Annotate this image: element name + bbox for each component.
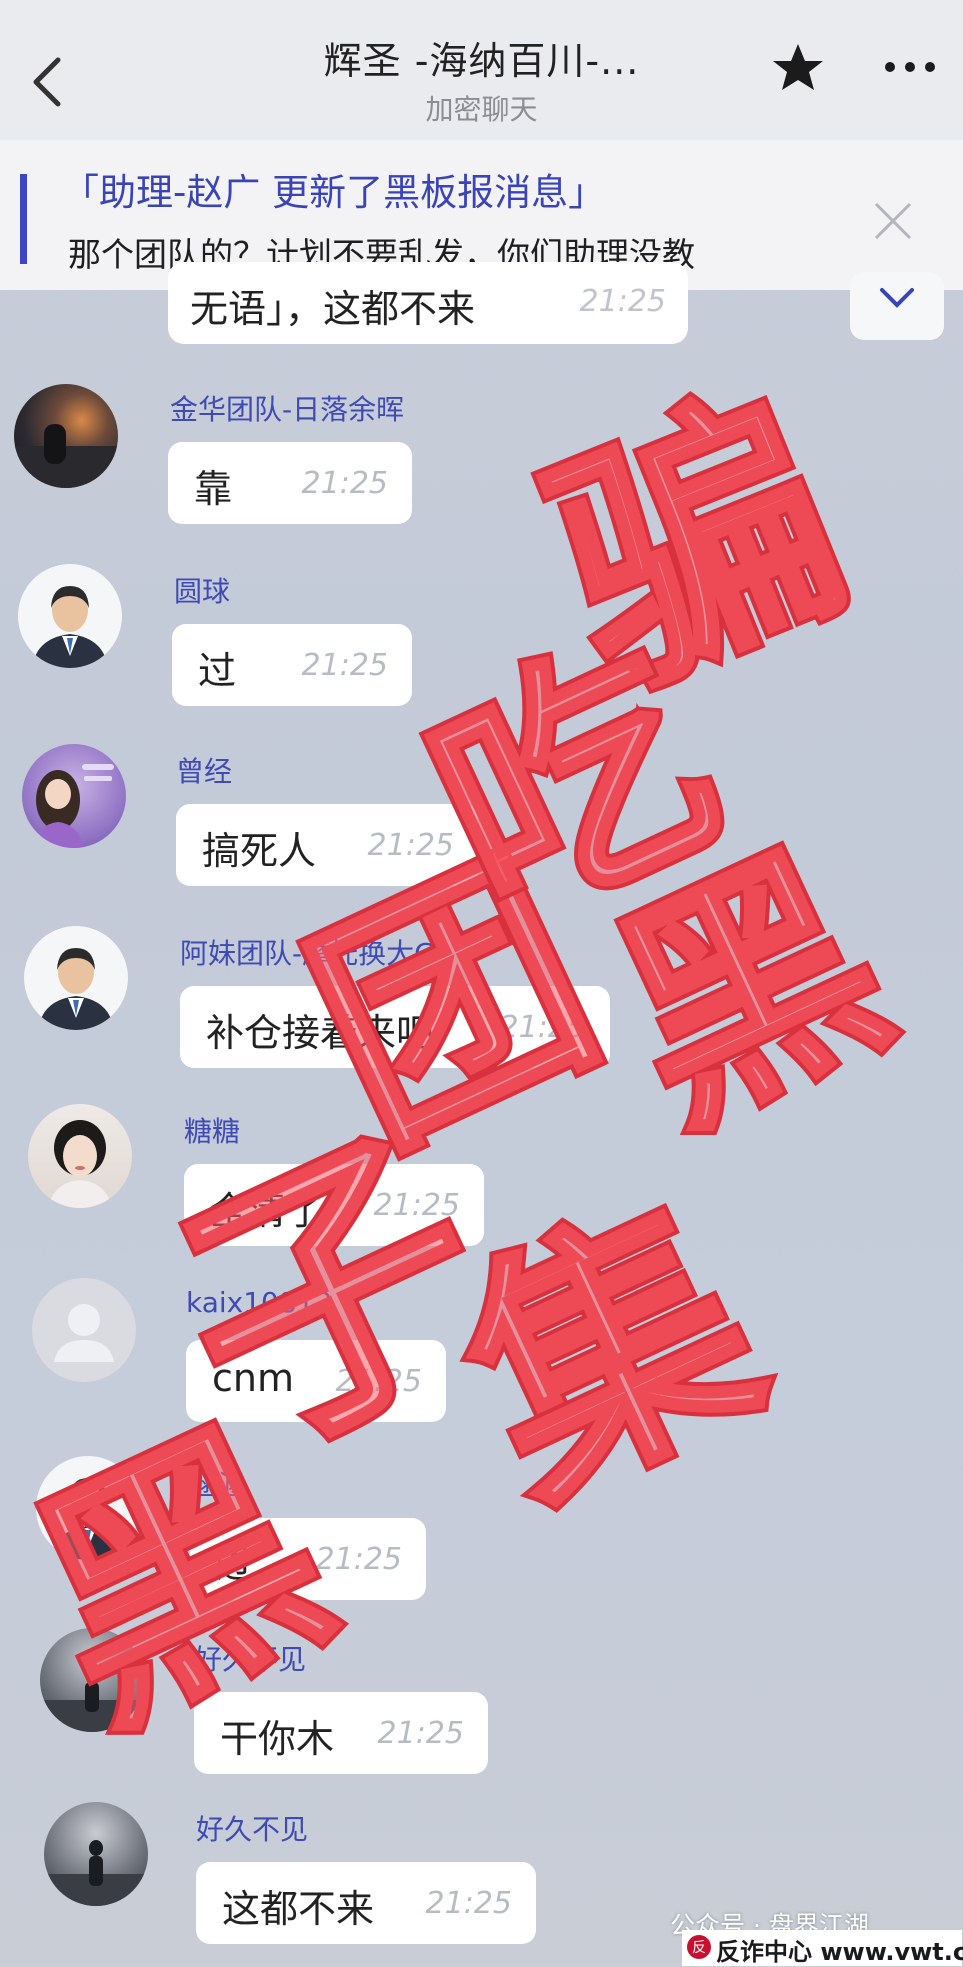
dark-figure-avatar-icon	[40, 1666, 144, 1732]
message-time: 21:25	[335, 1364, 422, 1399]
message-text: 过	[198, 649, 237, 693]
watermark-logo-text: 反诈中心 www.vwt.cc	[716, 1938, 963, 1966]
scroll-down-button[interactable]	[850, 272, 944, 340]
watermark-logo: 反 反诈中心 www.vwt.cc	[682, 1930, 963, 1966]
avatar[interactable]	[14, 384, 118, 488]
message-time: 21:25	[425, 1886, 512, 1921]
message-text: 过	[216, 1543, 255, 1587]
message-text: 搞死人	[202, 829, 317, 873]
message-text: 这都不来	[222, 1887, 375, 1931]
avatar[interactable]	[28, 1104, 132, 1208]
sender-name: kaix10813	[186, 1286, 333, 1319]
avatar-sunset-image	[14, 424, 118, 488]
svg-text:反: 反	[692, 1940, 706, 1956]
message-text: cnm	[212, 1356, 294, 1400]
businessman-avatar-icon	[32, 586, 108, 668]
sender-name: 好久不见	[196, 1813, 309, 1846]
stamp-char: 黑	[575, 805, 925, 1174]
message-text: 无语」，这都不来	[190, 287, 476, 331]
message-bubble[interactable]: 干你木 21:25	[194, 1692, 488, 1774]
message-time: 21:25	[579, 284, 666, 319]
message-text: 干你木	[220, 1717, 335, 1761]
avatar[interactable]	[36, 1456, 140, 1560]
message-bubble[interactable]: 搞死人 21:25	[176, 804, 478, 886]
message-bubble[interactable]: 靠 21:25	[168, 442, 412, 524]
more-options-icon[interactable]	[880, 52, 940, 82]
stamp-char: 骗	[513, 348, 881, 741]
shield-logo-icon: 反	[687, 1935, 711, 1959]
sender-name: 阿妹团队-摩托换大G	[180, 937, 436, 970]
avatar[interactable]	[24, 926, 128, 1030]
message-text: 靠	[194, 467, 233, 511]
message-bubble[interactable]: 全清了 21:25	[184, 1164, 484, 1246]
cartoon-girl-avatar-icon	[32, 764, 114, 848]
stamp-char: 吃	[392, 594, 755, 978]
star-icon[interactable]	[770, 40, 826, 96]
message-time: 21:25	[315, 1542, 402, 1577]
message-time: 21:25	[373, 1188, 460, 1223]
message-bubble[interactable]: cnm 21:25	[186, 1340, 446, 1422]
message-time: 21:25	[377, 1716, 464, 1751]
message-bubble[interactable]: 过 21:25	[172, 624, 412, 706]
businessman-avatar-icon	[50, 1478, 126, 1560]
sender-name: 好久不见	[194, 1643, 307, 1676]
message-time: 21:25	[499, 1010, 586, 1045]
sender-name: 曾经	[176, 755, 233, 788]
chevron-down-icon	[880, 288, 914, 308]
message-bubble[interactable]: 过 21:25	[190, 1518, 426, 1600]
dark-figure-avatar-icon	[44, 1840, 148, 1906]
sender-name: 涵涵	[190, 1469, 247, 1502]
chat-header: 辉圣 -海纳百川-... 加密聊天	[0, 0, 963, 140]
avatar[interactable]	[22, 744, 126, 848]
message-time: 21:25	[301, 648, 388, 683]
avatar[interactable]	[44, 1802, 148, 1906]
banner-accent-bar	[20, 174, 27, 264]
sender-name: 圆球	[174, 575, 231, 608]
avatar[interactable]	[18, 564, 122, 668]
businessman-avatar-icon	[38, 948, 114, 1030]
avatar[interactable]	[40, 1628, 144, 1732]
default-user-avatar-icon	[54, 1304, 114, 1362]
woman-portrait-avatar-icon	[48, 1120, 112, 1208]
message-bubble[interactable]: 这都不来 21:25	[196, 1862, 536, 1944]
message-time: 21:25	[301, 466, 388, 501]
avatar[interactable]	[32, 1278, 136, 1382]
sender-name: 糖糖	[184, 1115, 241, 1148]
previous-message-bubble[interactable]: 无语」，这都不来 21:25	[168, 262, 688, 344]
banner-title: 「助理-赵广 更新了黑板报消息」	[62, 171, 606, 214]
sender-name: 金华团队-日落余晖	[170, 393, 405, 426]
close-icon[interactable]	[870, 198, 916, 244]
message-text: 全清了	[210, 1189, 325, 1233]
message-bubble[interactable]: 补仓接着来吧 21:25	[180, 986, 610, 1068]
message-time: 21:25	[367, 828, 454, 863]
message-text: 补仓接着来吧	[206, 1011, 435, 1055]
